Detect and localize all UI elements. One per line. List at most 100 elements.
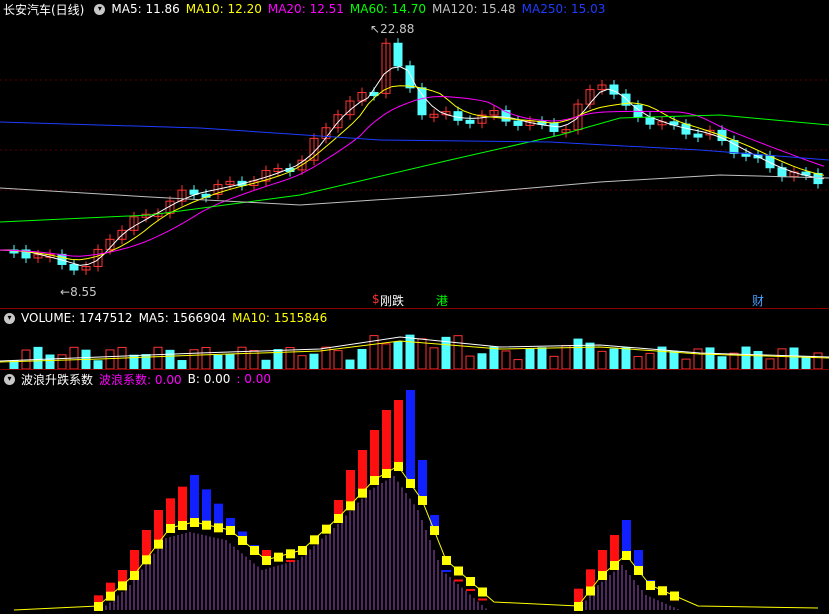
- high-price-label: ↖22.88: [370, 22, 415, 36]
- wave-bar: [622, 520, 631, 555]
- wave-bar: [466, 589, 475, 591]
- volume-bar: [561, 345, 571, 369]
- volume-bar: [717, 356, 727, 369]
- event-tag-hk[interactable]: 港: [436, 292, 448, 309]
- price-header: 长安汽车(日线) ▾ MA5: 11.86 MA10: 12.20 MA20: …: [0, 0, 611, 18]
- volume-bar: [597, 350, 607, 369]
- wave-bar: [382, 410, 391, 473]
- volume-bar: [93, 360, 103, 369]
- volume-bar: [789, 347, 799, 369]
- wave-bar: [442, 570, 451, 572]
- ma10-indicator: MA10: 12.20: [186, 2, 262, 16]
- volume-bar: [9, 360, 19, 369]
- volume-bar: [225, 353, 235, 369]
- volume-bar: [705, 347, 715, 369]
- volume-bar: [477, 353, 487, 369]
- volume-bar: [465, 355, 475, 369]
- event-tag-drop[interactable]: 刚跌: [380, 292, 404, 309]
- wave-bar: [406, 390, 415, 483]
- vol-ma10-value: 1515846: [273, 311, 328, 325]
- ma120-indicator: MA120: 15.48: [432, 2, 516, 16]
- chevron-down-icon[interactable]: ▾: [4, 373, 15, 385]
- wave-coef-label: 波浪系数:: [99, 372, 155, 387]
- wave-extra: : 0.00: [236, 372, 271, 386]
- volume-bar: [201, 346, 211, 369]
- candle-body: [513, 120, 523, 126]
- volume-panel[interactable]: ▾ VOLUME: 1747512 MA5: 1566904 MA10: 151…: [0, 309, 829, 369]
- candle-body: [69, 263, 79, 271]
- chevron-down-icon[interactable]: ▾: [94, 3, 106, 15]
- volume-indicator: VOLUME: 1747512: [21, 311, 133, 325]
- volume-bar: [693, 348, 703, 369]
- high-price-value: 22.88: [380, 22, 415, 36]
- ma5-indicator: MA5: 11.86: [111, 2, 179, 16]
- ma20-indicator: MA20: 12.51: [268, 2, 344, 16]
- volume-bar: [405, 334, 415, 369]
- ma120-line: [0, 174, 829, 206]
- ma250-value: 15.03: [571, 2, 606, 16]
- volume-label: VOLUME:: [21, 311, 80, 325]
- candle-body: [549, 122, 559, 132]
- wave-chart[interactable]: [0, 370, 829, 614]
- wave-bar: [166, 498, 175, 528]
- volume-bar: [381, 343, 391, 369]
- wave-title: 波浪升跌系数: [21, 372, 94, 387]
- wave-marker: [334, 514, 343, 523]
- wave-bar: [394, 400, 403, 466]
- event-tag-finance[interactable]: 财: [752, 292, 764, 309]
- vol-ma10-indicator: MA10: 1515846: [232, 311, 327, 325]
- ma60-line: [0, 114, 829, 223]
- volume-bar: [285, 347, 295, 369]
- event-tag-dollar[interactable]: $: [372, 292, 380, 306]
- volume-bar: [525, 348, 535, 369]
- volume-bar: [765, 358, 775, 369]
- volume-bar: [621, 347, 631, 369]
- ma60-label: MA60:: [349, 2, 392, 16]
- ma5-line: [0, 66, 825, 266]
- ma250-label: MA250:: [521, 2, 571, 16]
- volume-bar: [537, 347, 547, 369]
- candle-body: [465, 119, 475, 124]
- volume-bar: [501, 350, 511, 369]
- volume-bar: [237, 346, 247, 369]
- wave-line: [13, 465, 819, 611]
- vol-ma5-label: MA5:: [138, 311, 173, 325]
- wave-bar: [286, 560, 295, 562]
- price-panel[interactable]: 长安汽车(日线) ▾ MA5: 11.86 MA10: 12.20 MA20: …: [0, 0, 829, 308]
- ma250-indicator: MA250: 15.03: [522, 2, 606, 16]
- ma20-value: 12.51: [309, 2, 344, 16]
- wave-bar: [178, 486, 187, 525]
- volume-bar: [801, 356, 811, 369]
- wave-bar: [190, 475, 199, 522]
- candlestick-chart[interactable]: [0, 0, 829, 308]
- wave-bar: [370, 430, 379, 480]
- volume-bar: [513, 359, 523, 369]
- volume-bar: [177, 360, 187, 369]
- candle-body: [393, 42, 403, 67]
- wave-bar: [346, 470, 355, 506]
- title: 长安汽车(日线): [3, 2, 85, 17]
- ma10-label: MA10:: [185, 2, 228, 16]
- volume-bar: [609, 348, 619, 369]
- volume-bar: [57, 354, 67, 369]
- volume-bar: [489, 346, 499, 369]
- volume-bar: [681, 358, 691, 369]
- volume-bar: [777, 348, 787, 369]
- wave-bar: [202, 489, 211, 525]
- volume-bar: [813, 352, 823, 369]
- ma5-value: 11.86: [145, 2, 180, 16]
- volume-bar: [213, 354, 223, 369]
- candle-body: [693, 133, 703, 138]
- wave-panel[interactable]: ▾ 波浪升跌系数 波浪系数: 0.00 B: 0.00 : 0.00: [0, 370, 829, 614]
- chevron-down-icon[interactable]: ▾: [4, 312, 15, 324]
- ma20-label: MA20:: [267, 2, 310, 16]
- wave-marker: [358, 488, 367, 498]
- volume-bar: [753, 350, 763, 369]
- ma5-label: MA5:: [111, 2, 146, 16]
- wave-b-indicator: B: 0.00: [188, 372, 231, 386]
- volume-bar: [669, 350, 679, 369]
- volume-bar: [153, 346, 163, 369]
- wave-bar: [454, 579, 463, 582]
- low-price-value: 8.55: [70, 285, 97, 299]
- volume-bar: [453, 335, 463, 369]
